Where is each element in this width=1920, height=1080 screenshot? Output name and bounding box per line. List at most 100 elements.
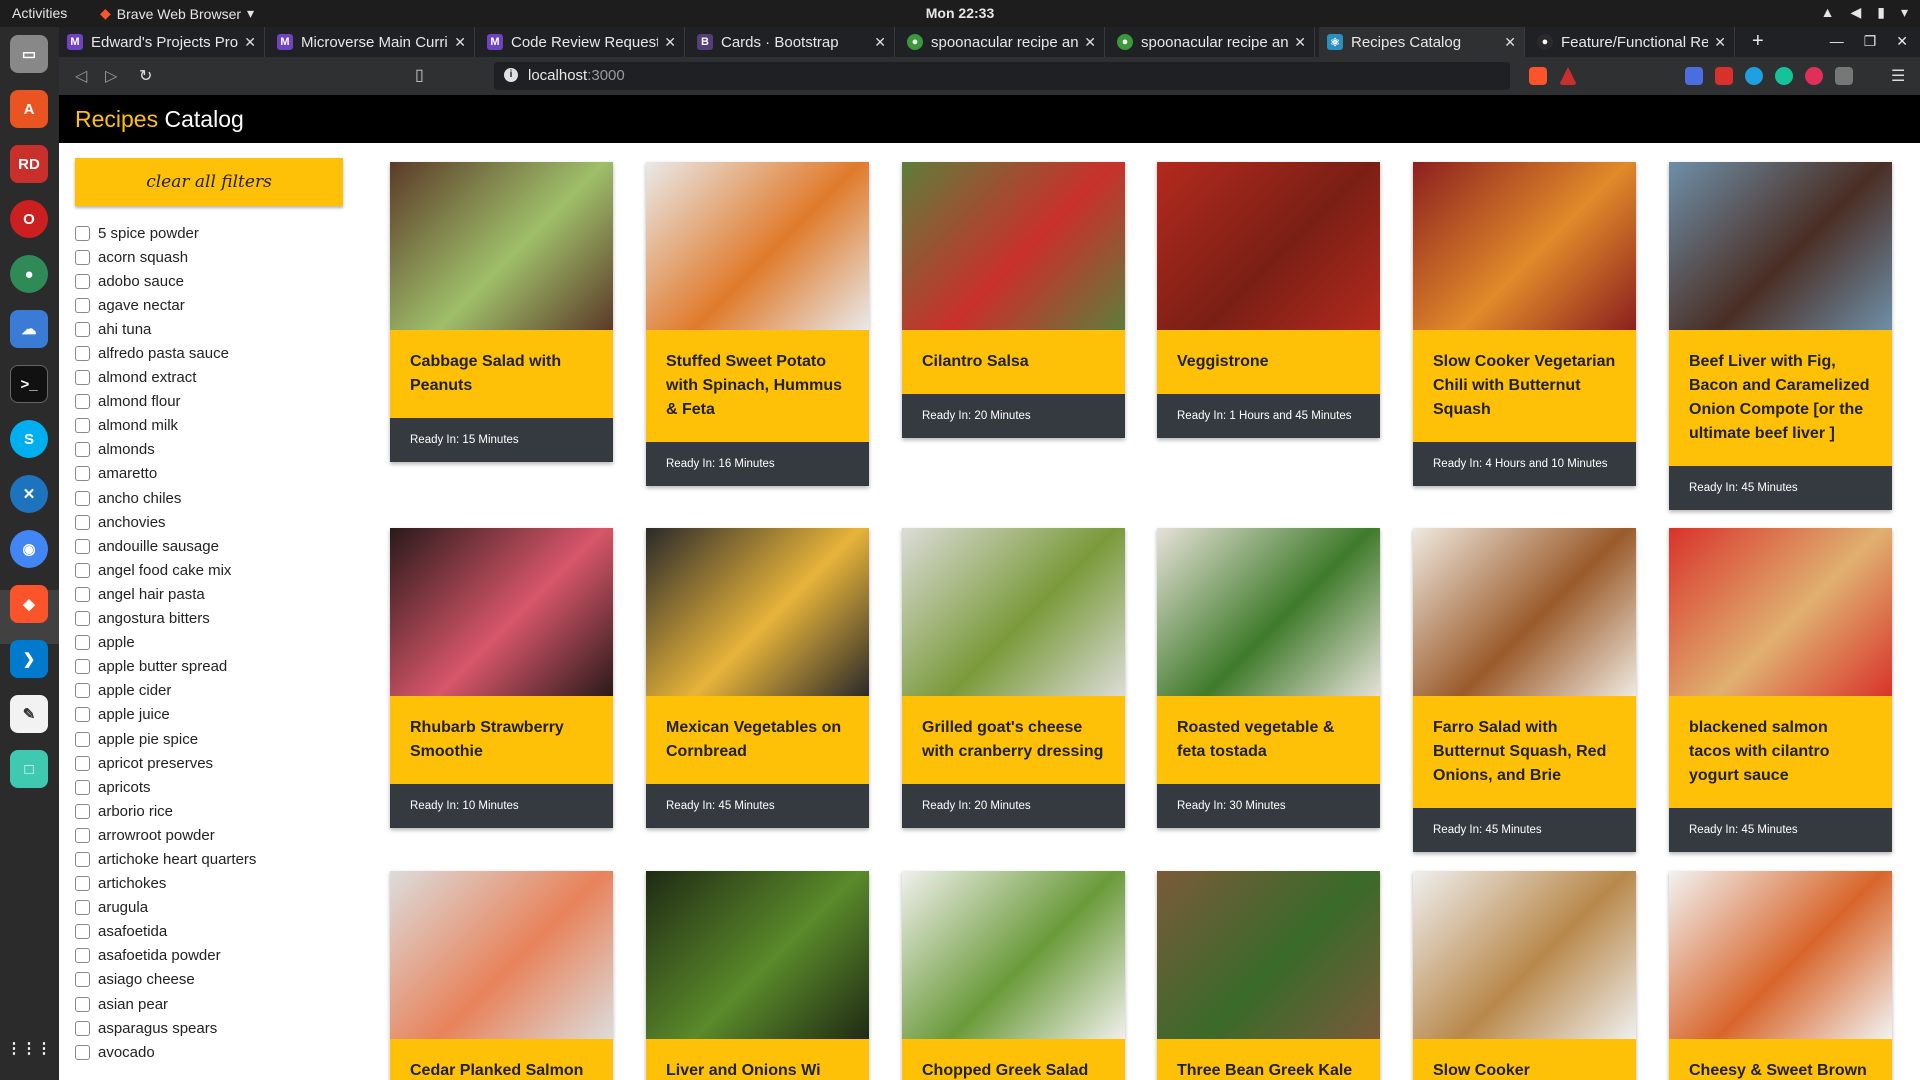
back-icon[interactable]: ◁ xyxy=(75,66,87,86)
recipe-title[interactable]: Beef Liver with Fig, Bacon and Carameliz… xyxy=(1669,330,1892,466)
site-info-icon[interactable]: i xyxy=(504,68,518,82)
tab[interactable]: ● spoonacular recipe an ✕ xyxy=(1109,27,1315,57)
close-icon[interactable]: ✕ xyxy=(1504,34,1516,51)
recipe-image[interactable] xyxy=(646,528,869,696)
recipe-card[interactable]: Cilantro Salsa Ready In: 20 Minutes xyxy=(902,162,1125,438)
recipe-image[interactable] xyxy=(646,162,869,330)
brave-rewards-icon[interactable] xyxy=(1559,67,1577,85)
tab[interactable]: ● Feature/Functional Re ✕ xyxy=(1529,27,1735,57)
recipe-card[interactable]: Slow Cooker xyxy=(1413,871,1636,1080)
reload-icon[interactable]: ↻ xyxy=(139,66,152,86)
vscode-icon[interactable]: ❯ xyxy=(10,640,48,678)
recipe-card[interactable]: Three Bean Greek Kale xyxy=(1157,871,1380,1080)
recipe-title[interactable]: Farro Salad with Butternut Squash, Red O… xyxy=(1413,696,1636,808)
recipe-title[interactable]: Three Bean Greek Kale xyxy=(1157,1039,1380,1080)
recipe-image[interactable] xyxy=(646,871,869,1039)
show-applications-icon[interactable]: ⋮⋮⋮ xyxy=(7,1029,52,1067)
close-icon[interactable]: ✕ xyxy=(1084,34,1096,51)
recipe-image[interactable] xyxy=(1157,528,1380,696)
new-tab-button[interactable]: + xyxy=(1752,30,1764,53)
recipe-image[interactable] xyxy=(902,162,1125,330)
bookmark-icon[interactable]: ▯ xyxy=(415,65,424,85)
recipe-image[interactable] xyxy=(1669,528,1892,696)
extension-translate-icon[interactable] xyxy=(1685,67,1703,85)
recipe-card[interactable]: Stuffed Sweet Potato with Spinach, Hummu… xyxy=(646,162,869,486)
recipe-title[interactable]: Cabbage Salad with Peanuts xyxy=(390,330,613,418)
recipe-image[interactable] xyxy=(1669,871,1892,1039)
recipe-title[interactable]: Chopped Greek Salad xyxy=(902,1039,1125,1080)
recipe-title[interactable]: Liver and Onions Wi xyxy=(646,1039,869,1080)
tab[interactable]: ● spoonacular recipe an ✕ xyxy=(899,27,1105,57)
cloud-app-icon[interactable]: ☁ xyxy=(10,310,48,348)
minimize-icon[interactable]: — xyxy=(1830,33,1844,50)
recipe-image[interactable] xyxy=(902,528,1125,696)
close-icon[interactable]: ✕ xyxy=(454,34,466,51)
grammarly-icon[interactable] xyxy=(1775,67,1793,85)
extension-c-icon[interactable] xyxy=(1745,67,1763,85)
recipe-title[interactable]: Cedar Planked Salmon xyxy=(390,1039,613,1080)
recipe-card[interactable]: Cheesy & Sweet Brown xyxy=(1669,871,1892,1080)
recipe-card[interactable]: Mexican Vegetables on Cornbread Ready In:… xyxy=(646,528,869,828)
recipe-card[interactable]: blackened salmon tacos with cilantro yog… xyxy=(1669,528,1892,852)
close-icon[interactable]: ✕ xyxy=(1714,34,1726,51)
tab-active[interactable]: ⚛ Recipes Catalog ✕ xyxy=(1319,27,1525,57)
brave-shields-icon[interactable] xyxy=(1529,67,1547,85)
menu-icon[interactable]: ☰ xyxy=(1891,66,1905,86)
recipe-card[interactable]: Liver and Onions Wi xyxy=(646,871,869,1080)
tab[interactable]: M Code Review Request ✕ xyxy=(479,27,685,57)
gitkraken-icon[interactable]: ● xyxy=(10,255,48,293)
close-icon[interactable]: ✕ xyxy=(664,34,676,51)
opera-icon[interactable]: O xyxy=(10,200,48,238)
recipe-card[interactable]: Veggistrone Ready In: 1 Hours and 45 Minu… xyxy=(1157,162,1380,438)
close-icon[interactable]: ✕ xyxy=(874,34,886,51)
tab[interactable]: M Edward's Projects Pro ✕ xyxy=(59,27,265,57)
recipe-title[interactable]: Roasted vegetable & feta tostada xyxy=(1157,696,1380,784)
maximize-icon[interactable]: ❐ xyxy=(1864,33,1877,50)
recipe-card[interactable]: Chopped Greek Salad xyxy=(902,871,1125,1080)
tab[interactable]: M Microverse Main Curric ✕ xyxy=(269,27,475,57)
forward-icon[interactable]: ▷ xyxy=(105,66,117,86)
recipe-title[interactable]: Slow Cooker xyxy=(1413,1039,1636,1080)
app-square-icon[interactable]: □ xyxy=(10,750,48,788)
recipe-card[interactable]: Slow Cooker Vegetarian Chili with Butter… xyxy=(1413,162,1636,486)
software-center-icon[interactable]: A xyxy=(10,90,48,128)
recipe-title[interactable]: Grilled goat's cheese with cranberry dre… xyxy=(902,696,1125,784)
brave-icon[interactable]: ◆ xyxy=(10,585,48,623)
recipe-title[interactable]: Rhubarb Strawberry Smoothie xyxy=(390,696,613,784)
recipe-title[interactable]: Cheesy & Sweet Brown xyxy=(1669,1039,1892,1080)
recipe-card[interactable]: Cedar Planked Salmon xyxy=(390,871,613,1080)
close-window-icon[interactable]: ✕ xyxy=(1896,33,1908,50)
recipe-image[interactable] xyxy=(390,162,613,330)
recipe-card[interactable]: Roasted vegetable & feta tostada Ready In… xyxy=(1157,528,1380,828)
rd-app-icon[interactable]: RD xyxy=(10,145,48,183)
text-editor-icon[interactable]: ✎ xyxy=(10,695,48,733)
close-icon[interactable]: ✕ xyxy=(1294,34,1306,51)
recipe-card[interactable]: Farro Salad with Butternut Squash, Red O… xyxy=(1413,528,1636,852)
recipe-title[interactable]: Mexican Vegetables on Cornbread xyxy=(646,696,869,784)
terminal-icon[interactable]: >_ xyxy=(10,365,48,403)
skype-icon[interactable]: S xyxy=(10,420,48,458)
clock[interactable]: Mon 22:33 xyxy=(0,5,1920,21)
remote-desktop-icon[interactable]: ✕ xyxy=(10,475,48,513)
recipe-image[interactable] xyxy=(1157,871,1380,1039)
recipe-card[interactable]: Cabbage Salad with Peanuts Ready In: 15 M… xyxy=(390,162,613,462)
close-icon[interactable]: ✕ xyxy=(244,34,256,51)
recipe-title[interactable]: Stuffed Sweet Potato with Spinach, Hummu… xyxy=(646,330,869,442)
tab[interactable]: B Cards · Bootstrap ✕ xyxy=(689,27,895,57)
extension-puzzle-icon[interactable] xyxy=(1835,67,1853,85)
recipe-image[interactable] xyxy=(390,528,613,696)
recipe-title[interactable]: blackened salmon tacos with cilantro yog… xyxy=(1669,696,1892,808)
chrome-icon[interactable]: ◉ xyxy=(10,530,48,568)
system-tray[interactable]: ▲ ◀ ▮ ▾ xyxy=(1821,4,1908,21)
recipe-title[interactable]: Cilantro Salsa xyxy=(902,330,1125,394)
recipe-card[interactable]: Grilled goat's cheese with cranberry dre… xyxy=(902,528,1125,828)
address-bar[interactable]: i localhost:3000 xyxy=(494,62,1510,90)
extension-block-icon[interactable] xyxy=(1805,67,1823,85)
recipe-image[interactable] xyxy=(390,871,613,1039)
recipe-image[interactable] xyxy=(1413,162,1636,330)
recipe-title[interactable]: Slow Cooker Vegetarian Chili with Butter… xyxy=(1413,330,1636,442)
recipe-image[interactable] xyxy=(902,871,1125,1039)
recipe-card[interactable]: Rhubarb Strawberry Smoothie Ready In: 10 … xyxy=(390,528,613,828)
recipe-image[interactable] xyxy=(1413,871,1636,1039)
extension-red-icon[interactable] xyxy=(1715,67,1733,85)
